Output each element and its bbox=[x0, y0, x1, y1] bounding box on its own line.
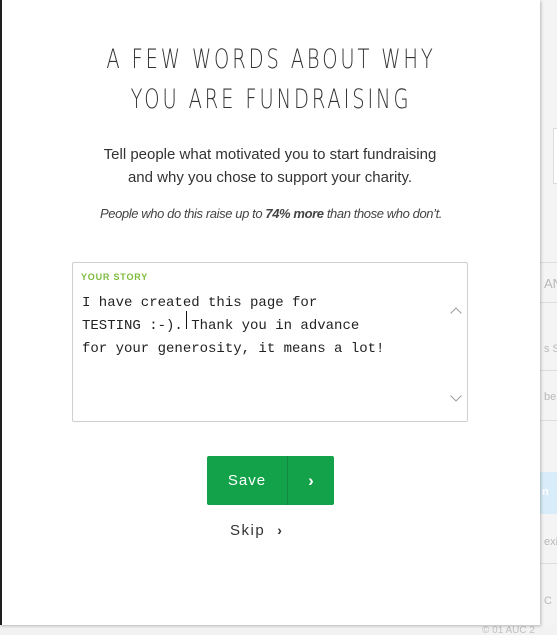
intro-line: Tell people what motivated you to start … bbox=[103, 146, 437, 163]
modal-title: A FEW WORDS ABOUT WHY YOU ARE FUNDRAISIN… bbox=[77, 40, 464, 120]
skip-link[interactable]: Skip › bbox=[230, 522, 283, 544]
chevron-right-icon: › bbox=[277, 522, 284, 538]
background-panel bbox=[553, 128, 557, 184]
background-text: exi bbox=[544, 536, 557, 548]
story-label: YOUR STORY bbox=[81, 272, 149, 282]
background-text: s Su bbox=[544, 343, 557, 355]
story-textarea[interactable]: YOUR STORY I have created this page for … bbox=[72, 262, 468, 422]
scroll-up-arrow[interactable] bbox=[448, 304, 464, 320]
background-divider bbox=[540, 420, 557, 421]
stat-highlight: 74% more bbox=[265, 206, 324, 221]
background-footer-text: © 01 AUC 2 bbox=[482, 625, 535, 636]
save-button-label: Save bbox=[227, 472, 267, 489]
background-text: AN bbox=[544, 276, 557, 291]
text-caret bbox=[186, 311, 187, 329]
background-blue-button: n bbox=[540, 472, 557, 514]
background-divider bbox=[540, 370, 557, 371]
background-footer: © 01 AUC 2 bbox=[0, 625, 557, 636]
save-button[interactable]: Save › bbox=[207, 456, 334, 505]
scroll-down-arrow[interactable] bbox=[448, 388, 464, 404]
chevron-up-icon bbox=[450, 307, 462, 319]
background-divider bbox=[540, 302, 557, 303]
modal-title-line: YOU ARE FUNDRAISING bbox=[130, 84, 412, 115]
chevron-right-icon: › bbox=[308, 471, 314, 490]
story-text[interactable]: I have created this page for TESTING :-)… bbox=[82, 292, 442, 361]
modal-title-line: A FEW WORDS ABOUT WHY bbox=[106, 44, 436, 75]
background-divider bbox=[540, 563, 557, 564]
fundraising-stat: People who do this raise up to 74% more … bbox=[42, 206, 500, 221]
fundraising-story-modal: A FEW WORDS ABOUT WHY YOU ARE FUNDRAISIN… bbox=[0, 0, 540, 625]
stat-prefix: People who do this raise up to bbox=[99, 206, 266, 221]
background-page: AN s Su ber n exi C bbox=[540, 0, 557, 635]
background-text: n bbox=[542, 486, 549, 498]
skip-label: Skip bbox=[230, 522, 266, 539]
chevron-down-icon bbox=[450, 390, 462, 402]
stat-suffix: than those who don’t. bbox=[323, 206, 443, 221]
background-text: ber bbox=[544, 391, 557, 403]
background-text: C bbox=[544, 595, 552, 607]
background-divider bbox=[540, 262, 557, 263]
intro-line: and why you chose to support your charit… bbox=[127, 169, 413, 186]
modal-intro: Tell people what motivated you to start … bbox=[62, 143, 478, 189]
